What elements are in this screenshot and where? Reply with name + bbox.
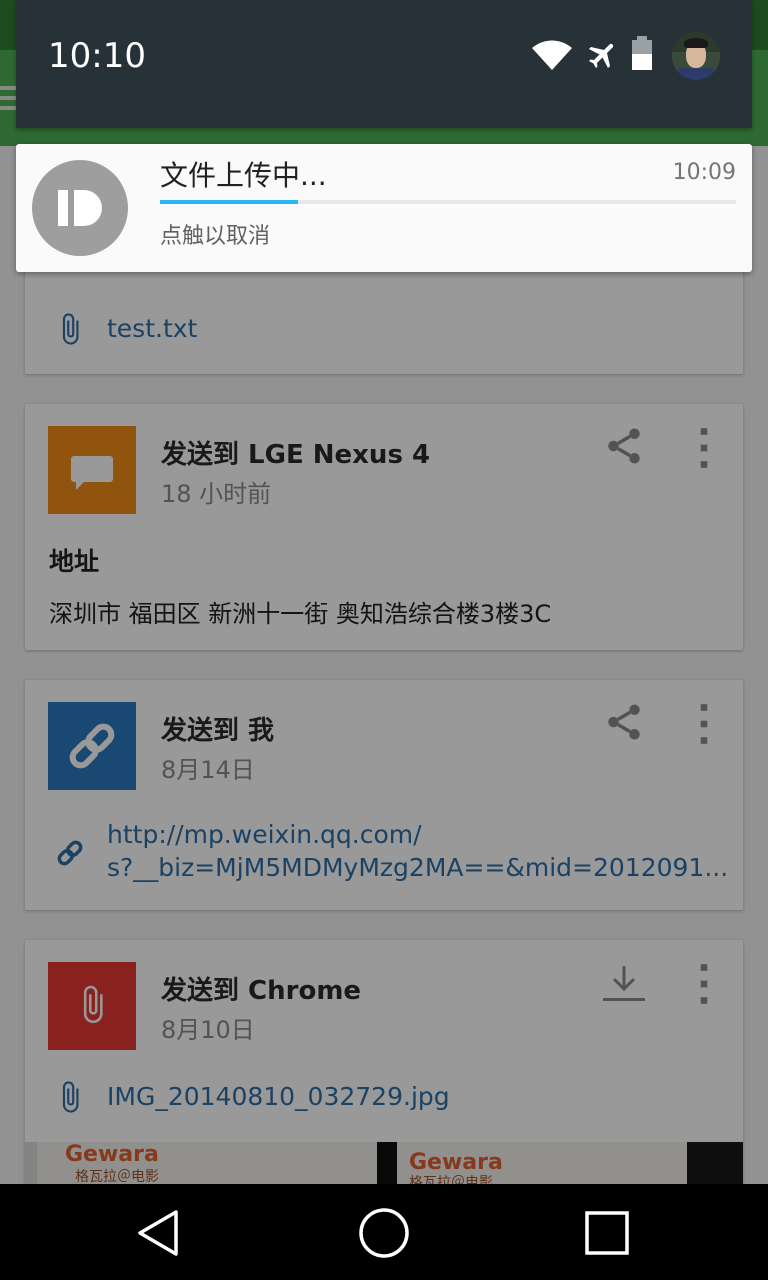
status-header[interactable]: 10:10 — [16, 0, 752, 128]
navigation-bar — [0, 1184, 768, 1280]
notification-title: 文件上传中... — [160, 159, 327, 192]
back-icon[interactable] — [134, 1208, 182, 1258]
user-avatar[interactable] — [672, 32, 720, 80]
upload-notification[interactable]: 文件上传中... 10:09 点触以取消 — [16, 144, 752, 272]
pushbullet-icon — [32, 160, 128, 256]
clock: 10:10 — [48, 36, 146, 76]
notification-text: 点触以取消 — [160, 224, 271, 249]
notification-time: 10:09 — [672, 160, 736, 185]
wifi-icon — [532, 40, 572, 70]
upload-progress — [160, 200, 736, 204]
airplane-icon — [588, 43, 614, 69]
home-icon[interactable] — [357, 1206, 411, 1260]
recents-icon[interactable] — [584, 1210, 630, 1256]
battery-icon — [632, 36, 652, 70]
